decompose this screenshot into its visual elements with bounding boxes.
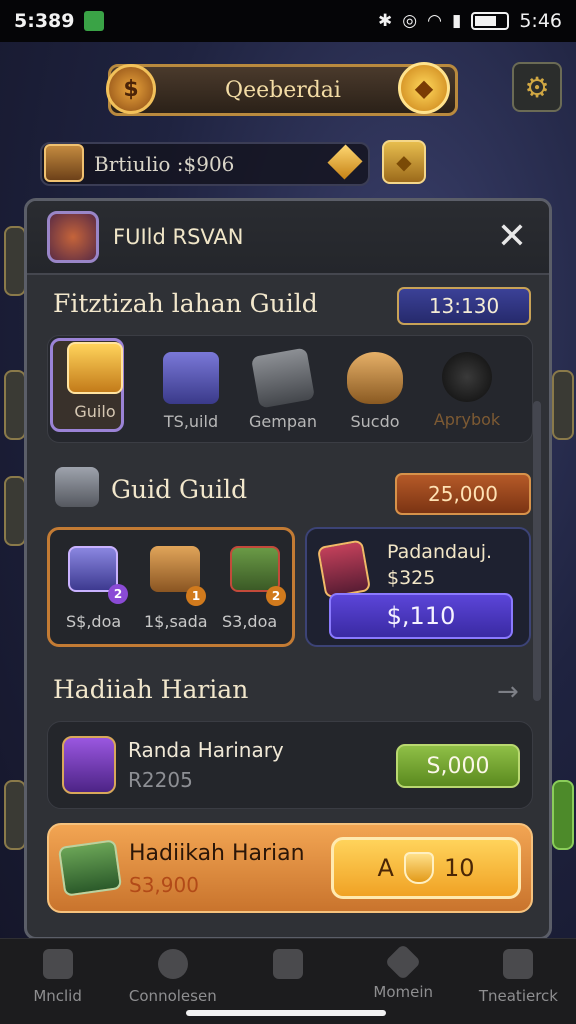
reward-name: Hadiikah Harian — [129, 841, 305, 866]
bluetooth-icon: ✱ — [378, 11, 393, 31]
reward-row-2: Hadiikah Harian S3,900 A 10 — [47, 823, 533, 913]
shield-icon — [403, 852, 434, 884]
chest-icon[interactable] — [44, 144, 84, 182]
side-tab-left-2[interactable] — [4, 370, 26, 440]
gold-chest-icon — [67, 342, 123, 394]
side-tab-right-1[interactable] — [552, 370, 574, 440]
side-tab-left-1[interactable] — [4, 226, 26, 296]
section3-arrow-icon[interactable]: → — [497, 677, 519, 707]
sword-icon — [384, 943, 422, 981]
nav-item-home[interactable]: Mnclid — [0, 939, 115, 1024]
guild-modal: FUIld RSVAN ✕ Fitztizah lahan Guild 13:1… — [24, 198, 552, 940]
castle-icon — [273, 949, 303, 979]
item-label: Gempan — [249, 412, 317, 431]
section2-pill[interactable]: 25,000 — [395, 473, 531, 515]
settings-gear-icon[interactable]: ⚙ — [512, 62, 562, 112]
promo-card: Padandauj. $325 $,110 — [305, 527, 531, 647]
guild-emblem-icon — [47, 211, 99, 263]
status-time-right: 5:46 — [519, 10, 562, 32]
button-left-text: A — [377, 854, 394, 882]
shield-icon — [347, 352, 403, 404]
purple-chest-icon[interactable] — [68, 546, 118, 592]
section1-title: Fitztizah lahan Guild — [53, 289, 318, 318]
item-guilo[interactable]: Guilo — [50, 338, 140, 432]
status-time-left: 5:389 — [14, 10, 75, 32]
gold-gem-icon[interactable]: ◆ — [398, 62, 450, 114]
alarm-icon: ◎ — [402, 11, 418, 31]
side-tab-left-3[interactable] — [4, 476, 26, 546]
side-tab-right-2[interactable] — [552, 780, 574, 850]
promo-title: Padandauj. — [387, 541, 493, 563]
currency-text: Brtiulio :$906 — [94, 152, 235, 176]
wood-chest-icon[interactable] — [150, 546, 200, 592]
gold-gem-button[interactable]: ◆ — [382, 140, 426, 184]
guild-chest-box: 2 S$,doa 1 1$,sada 2 S3,doa — [47, 527, 295, 647]
purple-chest-icon — [163, 352, 219, 404]
green-chest-icon[interactable] — [230, 546, 280, 592]
promo-buy-button[interactable]: $,110 — [329, 593, 513, 639]
promo-price: $325 — [387, 567, 436, 589]
reward-row-1: Randa Harinary R2205 S,000 — [47, 721, 533, 809]
section2-title: Guid Guild — [111, 475, 248, 504]
cash-stack-icon — [57, 839, 123, 897]
close-button[interactable]: ✕ — [497, 219, 527, 255]
signal-icon: ▮ — [451, 11, 462, 31]
reward-gold-button[interactable]: A 10 — [331, 837, 521, 899]
purple-gem-icon — [62, 736, 116, 794]
chest-badge: 2 — [108, 584, 128, 604]
chart-icon — [503, 949, 534, 979]
wifi-icon: ◠ — [427, 11, 442, 31]
chest-label: S3,doa — [222, 612, 278, 631]
nav-label: Mnclid — [33, 987, 82, 1005]
notification-icon — [84, 11, 105, 31]
nav-item-chart[interactable]: Tneatierck — [461, 939, 576, 1024]
item-sucdo[interactable]: Sucdo — [330, 352, 420, 431]
reward-value: S3,900 — [129, 873, 199, 897]
item-tsuild[interactable]: TS,uild — [146, 352, 236, 431]
nav-label: Connolesen — [128, 987, 217, 1005]
reward-value: R2205 — [128, 768, 193, 792]
side-tab-left-4[interactable] — [4, 780, 26, 850]
modal-title: FUIld RSVAN — [113, 225, 244, 249]
nav-label: Tneatierck — [478, 987, 558, 1005]
black-orb-icon — [442, 352, 492, 402]
currency-bar: Brtiulio :$906 — [40, 142, 370, 186]
coin-icon[interactable]: $ — [106, 64, 156, 114]
red-gift-icon — [316, 539, 372, 599]
button-right-text: 10 — [443, 854, 475, 882]
modal-header: FUIld RSVAN ✕ — [27, 201, 549, 275]
section1-item-row: Guilo TS,uild Gempan Sucdo Aprybok — [47, 335, 533, 443]
gear-box-icon — [250, 347, 316, 409]
chest-label: S$,doa — [66, 612, 122, 631]
reward-name: Randa Harinary — [128, 738, 284, 762]
nav-label: Momein — [373, 983, 434, 1001]
status-icons: ✱ ◎ ◠ ▮ 5:46 — [378, 10, 562, 32]
item-gempan[interactable]: Gempan — [238, 347, 328, 431]
compass-icon — [157, 949, 188, 979]
item-label: TS,uild — [163, 412, 219, 431]
chest-badge: 1 — [186, 586, 206, 606]
chest-badge: 2 — [266, 586, 286, 606]
status-bar: 5:389 ✱ ◎ ◠ ▮ 5:46 — [0, 0, 576, 42]
item-label: Sucdo — [350, 412, 400, 431]
home-icon — [42, 949, 73, 979]
battery-icon — [471, 12, 510, 30]
hud-title: Qeeberdai — [225, 77, 341, 103]
item-label: Aprybok — [433, 410, 501, 429]
item-aprybok[interactable]: Aprybok — [422, 352, 512, 429]
section1-pill[interactable]: 13:130 — [397, 287, 531, 325]
scrollbar[interactable] — [533, 401, 541, 701]
home-indicator[interactable] — [186, 1010, 386, 1016]
chest-label: 1$,sada — [144, 612, 208, 631]
section3-title: Hadiiah Harian — [53, 675, 249, 704]
anvil-icon — [55, 467, 99, 507]
reward-claim-button[interactable]: S,000 — [396, 744, 520, 788]
